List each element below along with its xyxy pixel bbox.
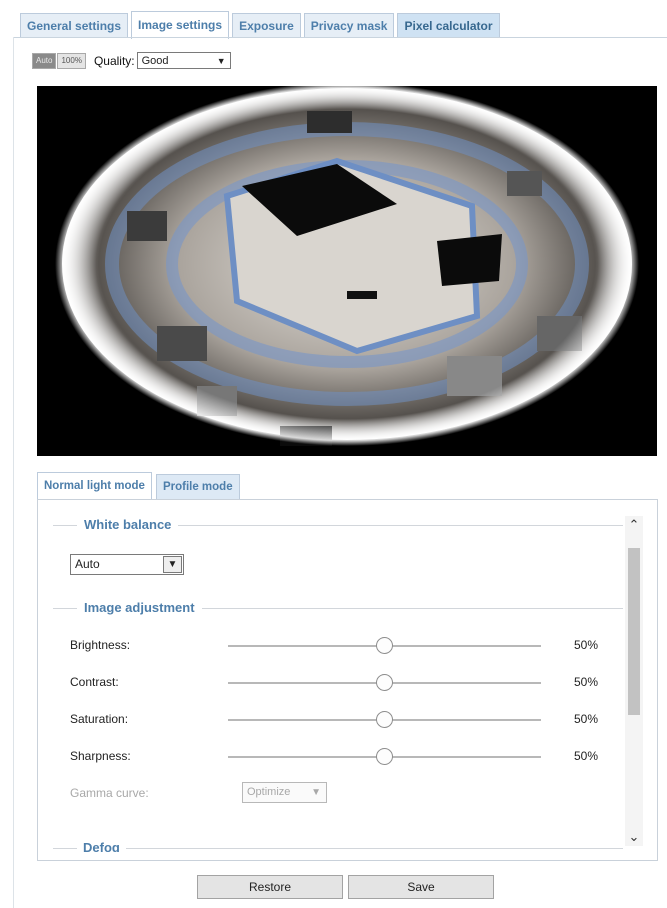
contrast-slider-thumb[interactable] [376, 674, 393, 691]
mode-tab-bar: Normal light mode Profile mode [37, 472, 244, 500]
tab-pixel-calculator[interactable]: Pixel calculator [397, 13, 500, 38]
saturation-value: 50% [574, 712, 599, 726]
tab-normal-light-mode[interactable]: Normal light mode [37, 472, 152, 500]
saturation-slider-thumb[interactable] [376, 711, 393, 728]
zoom-100-button[interactable]: 100% [57, 52, 86, 69]
brightness-label: Brightness: [70, 638, 131, 652]
white-balance-select[interactable]: Auto ▼ [70, 554, 184, 575]
content-border [13, 37, 14, 908]
defog-title: Defog [77, 840, 126, 852]
brightness-slider-thumb[interactable] [376, 637, 393, 654]
scroll-up-icon[interactable]: ⌃ [625, 516, 643, 534]
tab-image-settings[interactable]: Image settings [131, 11, 230, 39]
quality-label: Quality: [93, 53, 135, 68]
settings-panel: White balance Auto ▼ Image adjustment Br… [37, 499, 658, 861]
fit-auto-button[interactable]: Auto [32, 52, 57, 69]
quality-select[interactable]: Good ▼ [136, 52, 231, 69]
image-adjustment-title: Image adjustment [77, 600, 202, 615]
sharpness-label: Sharpness: [70, 749, 131, 763]
view-controls: Auto 100% Quality: Good ▼ [32, 52, 231, 69]
sharpness-value: 50% [574, 749, 599, 763]
scrollbar-thumb[interactable] [628, 548, 640, 715]
brightness-value: 50% [574, 638, 599, 652]
gamma-curve-label: Gamma curve: [70, 786, 149, 800]
fisheye-image [55, 86, 639, 446]
tab-profile-mode[interactable]: Profile mode [155, 474, 240, 499]
tab-exposure[interactable]: Exposure [232, 13, 301, 38]
restore-button[interactable]: Restore [197, 875, 343, 899]
save-button[interactable]: Save [348, 875, 494, 899]
gamma-curve-value: Optimize [247, 786, 291, 798]
saturation-label: Saturation: [70, 712, 129, 726]
panel-scrollbar[interactable]: ⌃ ⌄ [625, 516, 643, 846]
white-balance-title: White balance [77, 517, 179, 532]
settings-tab-bar: General settings Image settings Exposure… [0, 0, 667, 39]
defog-divider [53, 848, 623, 849]
contrast-value: 50% [574, 675, 599, 689]
scroll-down-icon[interactable]: ⌄ [625, 828, 643, 846]
chevron-down-icon: ▼ [163, 556, 182, 573]
tab-divider [13, 37, 667, 38]
tab-privacy-mask[interactable]: Privacy mask [303, 13, 395, 38]
white-balance-value: Auto [75, 557, 100, 571]
dropdown-arrow-icon: ▼ [216, 56, 226, 66]
quality-value: Good [141, 55, 169, 67]
sharpness-slider-thumb[interactable] [376, 748, 393, 765]
chevron-down-icon: ▼ [311, 787, 321, 798]
contrast-label: Contrast: [70, 675, 119, 689]
tab-general-settings[interactable]: General settings [20, 13, 129, 38]
gamma-curve-select: Optimize ▼ [242, 782, 327, 803]
camera-live-view [37, 86, 657, 456]
